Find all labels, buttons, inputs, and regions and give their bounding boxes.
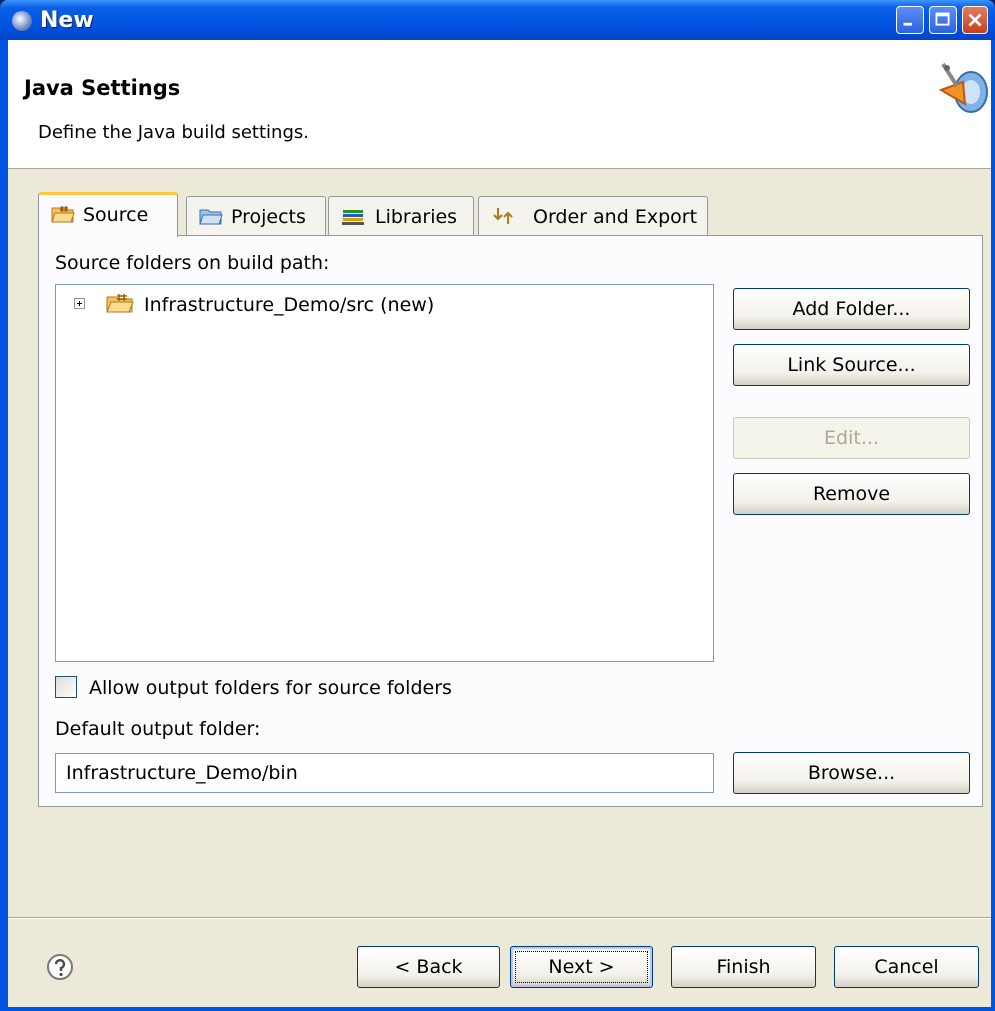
page-title: Java Settings: [24, 76, 181, 100]
allow-output-folders-checkbox[interactable]: [55, 676, 77, 698]
new-wizard-window: New Java Settings Define the Java build …: [0, 0, 995, 1011]
expand-toggle[interactable]: [74, 298, 85, 309]
page-description: Define the Java build settings.: [38, 122, 309, 143]
allow-output-folders-label[interactable]: Allow output folders for source folders: [89, 677, 452, 699]
java-project-wizard-icon: [938, 62, 988, 113]
close-button[interactable]: [962, 6, 988, 34]
finish-button[interactable]: Finish: [671, 946, 816, 988]
tab-source[interactable]: Source: [38, 192, 178, 237]
browse-button[interactable]: Browse...: [733, 752, 970, 794]
source-tab-panel: Source folders on build path: Infrastruc…: [38, 235, 983, 807]
remove-button[interactable]: Remove: [733, 473, 970, 515]
next-button[interactable]: Next >: [510, 946, 653, 988]
source-folder-icon: [51, 206, 75, 223]
plus-icon: [77, 301, 82, 306]
maximize-button[interactable]: [929, 6, 957, 34]
help-icon[interactable]: [46, 953, 74, 981]
edit-button[interactable]: Edit...: [733, 417, 970, 459]
order-export-icon: [493, 208, 513, 224]
source-folder-tree[interactable]: Infrastructure_Demo/src (new): [55, 284, 714, 662]
window-title: New: [40, 8, 94, 33]
source-folders-label: Source folders on build path:: [55, 252, 330, 274]
tab-projects-label: Projects: [231, 206, 306, 228]
tab-libraries[interactable]: Libraries: [328, 196, 474, 236]
tab-order-and-export[interactable]: Order and Export: [478, 196, 708, 236]
default-output-folder-input[interactable]: [55, 753, 714, 793]
projects-folder-icon: [199, 209, 223, 225]
minimize-icon: [903, 22, 912, 26]
tab-projects[interactable]: Projects: [186, 196, 326, 236]
cancel-button[interactable]: Cancel: [834, 946, 979, 988]
close-icon: [968, 13, 982, 27]
source-folder-icon: [106, 294, 134, 313]
tree-item-label: Infrastructure_Demo/src (new): [144, 294, 435, 316]
eclipse-icon: [12, 11, 32, 31]
libraries-icon: [342, 210, 364, 225]
title-bar[interactable]: New: [0, 0, 995, 40]
footer-separator: [8, 917, 991, 919]
back-button[interactable]: < Back: [357, 946, 500, 988]
wizard-header: Java Settings Define the Java build sett…: [8, 40, 991, 169]
link-source-button[interactable]: Link Source...: [733, 344, 970, 386]
maximize-icon: [935, 12, 950, 26]
tab-source-label: Source: [83, 204, 149, 226]
tab-order-and-export-label: Order and Export: [533, 206, 698, 228]
minimize-button[interactable]: [896, 6, 924, 34]
add-folder-button[interactable]: Add Folder...: [733, 288, 970, 330]
default-output-folder-label: Default output folder:: [55, 718, 261, 740]
tab-libraries-label: Libraries: [375, 206, 458, 228]
